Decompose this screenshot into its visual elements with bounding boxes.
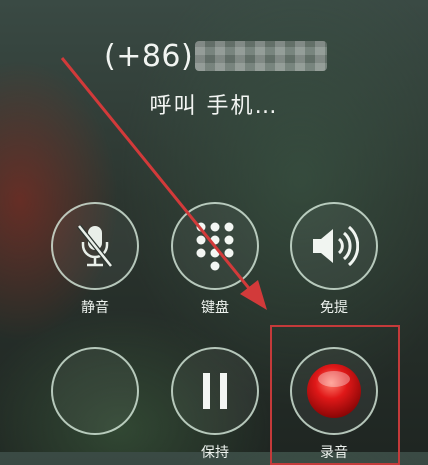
annotation-arrow [60, 57, 267, 310]
